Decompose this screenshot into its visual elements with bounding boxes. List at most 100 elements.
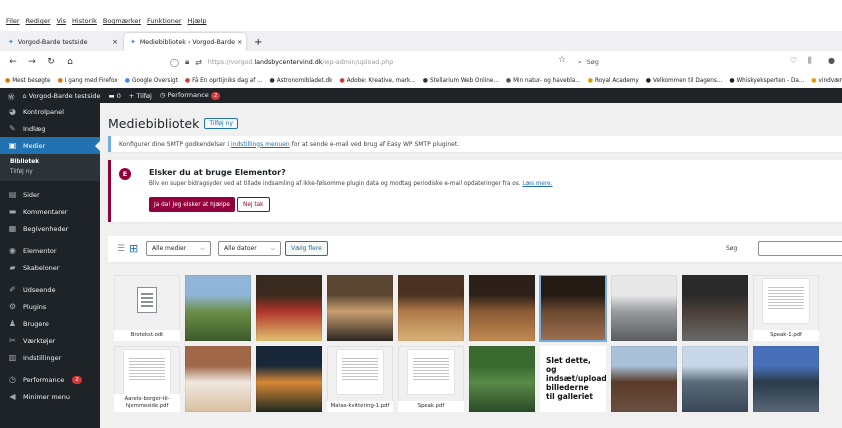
date-select[interactable]: Alle datoer ⌵ — [218, 241, 282, 256]
media-grid: Brotekst.odt Speak-1.pdf Aarets-borger-til… — [108, 275, 842, 428]
wordpress-logo-icon[interactable]: Ⓦ — [8, 91, 15, 101]
media-type-value: Alle medier — [152, 245, 187, 252]
add-new-button[interactable]: Tilføj ny — [204, 118, 238, 129]
elementor-notice-title: Elsker du at bruge Elementor? — [149, 168, 286, 177]
sidebar-item-indstillinger[interactable]: ▥ Indstillinger — [0, 349, 100, 366]
media-item[interactable]: Brotekst.odt — [114, 275, 180, 341]
sidebar-item-brugere[interactable]: ♟ Brugere — [0, 315, 100, 332]
bookmark-star-icon[interactable]: ☆ — [558, 55, 566, 65]
menu-item[interactable]: Vis — [57, 17, 67, 25]
browser-search-box[interactable]: ⌕ Søg — [578, 55, 773, 69]
tab-site[interactable]: ✦ Vorgod-Barde testside × — [2, 33, 124, 51]
home-icon[interactable]: ⌂ — [65, 57, 75, 67]
new-tab-button[interactable]: + — [246, 33, 270, 51]
sidebar-item-performance[interactable]: ◷ Performance 2 — [0, 371, 100, 388]
media-item[interactable] — [682, 346, 748, 412]
bookmark-favicon-icon: ● — [124, 76, 130, 84]
elementor-notice-desc: Bliv en super bidragsyder ved at tillade… — [149, 181, 553, 187]
library-icon[interactable]: ⫼ — [808, 56, 812, 66]
new-content-link[interactable]: + Tilføj — [129, 92, 152, 100]
media-item[interactable] — [398, 275, 464, 341]
pin-icon: ✎ — [9, 124, 16, 133]
sidebar-item-elementor[interactable]: ◉ Elementor — [0, 242, 100, 259]
grid-view-icon[interactable]: ⊞ — [129, 242, 138, 255]
media-item[interactable] — [327, 275, 393, 341]
media-item[interactable] — [256, 346, 322, 412]
comments-icon: ▬ — [8, 207, 17, 216]
media-item[interactable] — [469, 346, 535, 412]
bookmark-item[interactable]: ● Mest besøgte — [5, 77, 51, 84]
tab-media-library[interactable]: ✦ Mediebibliotek ‹ Vorgod-Barde × × — [124, 33, 246, 51]
menu-item[interactable]: Bogmærker — [103, 17, 141, 25]
read-more-link[interactable]: Læs mere. — [522, 181, 552, 187]
comments-link[interactable]: ▬ 0 — [109, 92, 121, 100]
sidebar-item-minimer-menu[interactable]: ◀ Minimer menu — [0, 388, 100, 405]
media-type-select[interactable]: Alle medier ⌵ — [146, 241, 211, 256]
sidebar-item-medier[interactable]: ▣ Medier — [0, 137, 100, 154]
menu-item[interactable]: Historik — [72, 17, 97, 25]
media-item[interactable] — [682, 275, 748, 341]
media-item[interactable]: Matas-kvittering-1.pdf — [327, 346, 393, 412]
submenu-item[interactable]: Tilføj ny — [0, 167, 100, 177]
sidebar-item-kontrolpanel[interactable]: ◕ Kontrolpanel — [0, 103, 100, 120]
close-icon[interactable]: × — [112, 38, 118, 46]
opt-out-button[interactable]: Nej tak — [237, 197, 270, 212]
settings-menu-link[interactable]: indstillings menuen — [231, 141, 290, 148]
menu-item[interactable]: Hjælp — [188, 17, 207, 25]
forward-icon[interactable]: → — [27, 57, 37, 67]
media-item[interactable] — [469, 275, 535, 341]
sidebar-item-kommentarer[interactable]: ▬ Kommentarer — [0, 203, 100, 220]
sidebar-item-plugins[interactable]: ⚙ Plugins — [0, 298, 100, 315]
folder-icon: ▰ — [9, 263, 16, 272]
browser-window: Filer Rediger Vis Historik Bogmærker Funktion… — [0, 0, 842, 428]
sidebar-item-skabeloner[interactable]: ▰ Skabeloner — [0, 259, 100, 276]
sidebar-item-sider[interactable]: ▤ Sider — [0, 186, 100, 203]
menu-item[interactable]: Rediger — [26, 17, 51, 25]
bookmark-item[interactable]: ● Få En oprtijniks dag af ... — [185, 77, 263, 84]
media-item[interactable] — [539, 275, 607, 342]
bookmark-label: Min natur- og havebla... — [513, 77, 581, 84]
media-item[interactable] — [611, 346, 677, 412]
account-icon[interactable]: ● — [828, 56, 835, 65]
reload-icon[interactable]: ↻ — [46, 57, 56, 67]
media-item[interactable] — [753, 346, 819, 412]
media-item[interactable] — [185, 346, 251, 412]
performance-link[interactable]: ◷ Performance 2 — [160, 91, 221, 100]
site-name-link[interactable]: ⌂ Vorgod-Barde testside — [23, 92, 101, 100]
media-item[interactable]: Slet dette, og indsæt/upload billederne … — [540, 346, 606, 412]
media-item[interactable]: Speak-1.pdf — [753, 275, 819, 341]
bulk-select-button[interactable]: Vælg flere — [285, 241, 328, 256]
bookmark-item[interactable]: ● Stellarium Web Online... — [423, 77, 499, 84]
bookmark-item[interactable]: ●vindværket — [811, 77, 842, 84]
media-item[interactable]: Aarets-borger-til-hjemmeside.pdf — [114, 346, 180, 412]
media-filename: Matas-kvittering-1.pdf — [327, 401, 393, 412]
sidebar-item-indlæg[interactable]: ✎ Indlæg — [0, 120, 100, 137]
bookmark-favicon-icon: ● — [729, 76, 735, 84]
media-item[interactable] — [611, 275, 677, 341]
media-item[interactable] — [185, 275, 251, 341]
sidebar-item-værktøjer[interactable]: ✂ Værktøjer — [0, 332, 100, 349]
bookmark-item[interactable]: ● Velkommen til Dagens... — [646, 77, 723, 84]
back-icon[interactable]: ← — [8, 57, 18, 67]
url-bar[interactable]: ◯ 🔒︎ ⇄ https://vorgod.landsbycentervind.… — [170, 55, 554, 69]
bookmark-item[interactable]: ● Min natur- og havebla... — [506, 77, 581, 84]
media-item[interactable] — [256, 275, 322, 341]
sidebar-item-begivenheder[interactable]: ▦ Begivenheder — [0, 220, 100, 237]
submenu-item[interactable]: Bibliotek — [0, 157, 100, 167]
menu-item[interactable]: Filer — [6, 17, 20, 25]
bookmark-favicon-icon: ● — [269, 76, 275, 84]
bookmark-item[interactable]: ● Astronomibladet.dk — [270, 77, 333, 84]
pocket-icon[interactable]: ♡ — [790, 56, 797, 65]
media-search-input[interactable] — [758, 241, 842, 256]
bookmark-item[interactable]: ● Royal Academy — [588, 77, 639, 84]
media-item[interactable]: Speak.pdf — [398, 346, 464, 412]
bookmark-item[interactable]: ● Adobe: Kreative, mark... — [339, 77, 415, 84]
opt-in-button[interactable]: Ja da! Jeg elsker at hjælpe — [149, 197, 235, 212]
bookmark-item[interactable]: ● Google Oversigt — [125, 77, 178, 84]
sidebar-item-udseende[interactable]: ✐ Udseende — [0, 281, 100, 298]
bookmark-item[interactable]: ● I gang med Firefox — [58, 77, 118, 84]
pdf-preview — [124, 350, 170, 394]
bookmark-item[interactable]: ● Whiskyeksperten - Da... — [729, 77, 804, 84]
menu-item[interactable]: Funktioner — [147, 17, 182, 25]
list-view-icon[interactable]: ☰ — [117, 244, 125, 254]
